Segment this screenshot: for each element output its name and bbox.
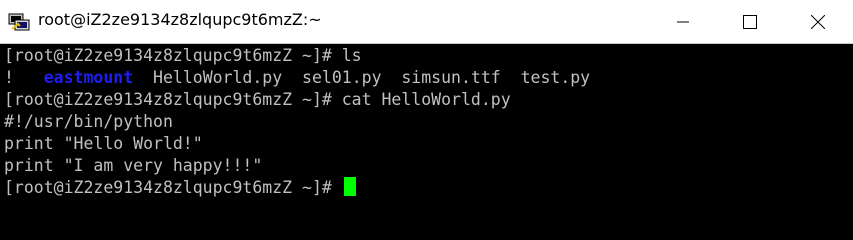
file-line-print-2: print "I am very happy!!!" [4, 156, 263, 175]
prompt-ls-command: [root@iZ2ze9134z8zlqupc9t6mzZ ~]# ls [4, 46, 362, 65]
terminal-line: print "Hello World!" [4, 133, 203, 155]
terminal-line: #!/usr/bin/python [4, 111, 173, 133]
minimize-icon [677, 21, 689, 22]
ls-output-line: ! eastmount HelloWorld.py sel01.py simsu… [4, 67, 590, 89]
close-icon [811, 14, 825, 29]
putty-terminal-icon[interactable] [8, 11, 30, 33]
title-bar[interactable]: root@iZ2ze9134z8zlqupc9t6mzZ:~ [0, 0, 853, 44]
directory-eastmount: eastmount [43, 68, 134, 87]
maximize-button[interactable] [727, 0, 773, 43]
text-cursor [343, 177, 356, 196]
prompt-cat-command: [root@iZ2ze9134z8zlqupc9t6mzZ ~]# cat He… [4, 90, 511, 109]
close-button[interactable] [795, 0, 841, 43]
ls-bang: ! [4, 68, 14, 87]
terminal-output[interactable]: [root@iZ2ze9134z8zlqupc9t6mzZ ~]# ls ! e… [0, 44, 853, 213]
minimize-button[interactable] [660, 0, 706, 43]
maximize-icon [743, 14, 757, 29]
window-title: root@iZ2ze9134z8zlqupc9t6mzZ:~ [38, 10, 322, 29]
terminal-line: [root@iZ2ze9134z8zlqupc9t6mzZ ~]# [4, 177, 356, 199]
current-prompt: [root@iZ2ze9134z8zlqupc9t6mzZ ~]# [4, 178, 342, 197]
file-line-print-1: print "Hello World!" [4, 134, 203, 153]
terminal-line: print "I am very happy!!!" [4, 155, 262, 177]
ls-files: HelloWorld.py sel01.py simsun.ttf test.p… [153, 68, 591, 87]
terminal-window: root@iZ2ze9134z8zlqupc9t6mzZ:~ [root@iZ2… [0, 0, 853, 213]
file-line-shebang: #!/usr/bin/python [4, 112, 173, 131]
terminal-line: [root@iZ2ze9134z8zlqupc9t6mzZ ~]# cat He… [4, 89, 511, 111]
terminal-line: [root@iZ2ze9134z8zlqupc9t6mzZ ~]# ls [4, 45, 362, 67]
